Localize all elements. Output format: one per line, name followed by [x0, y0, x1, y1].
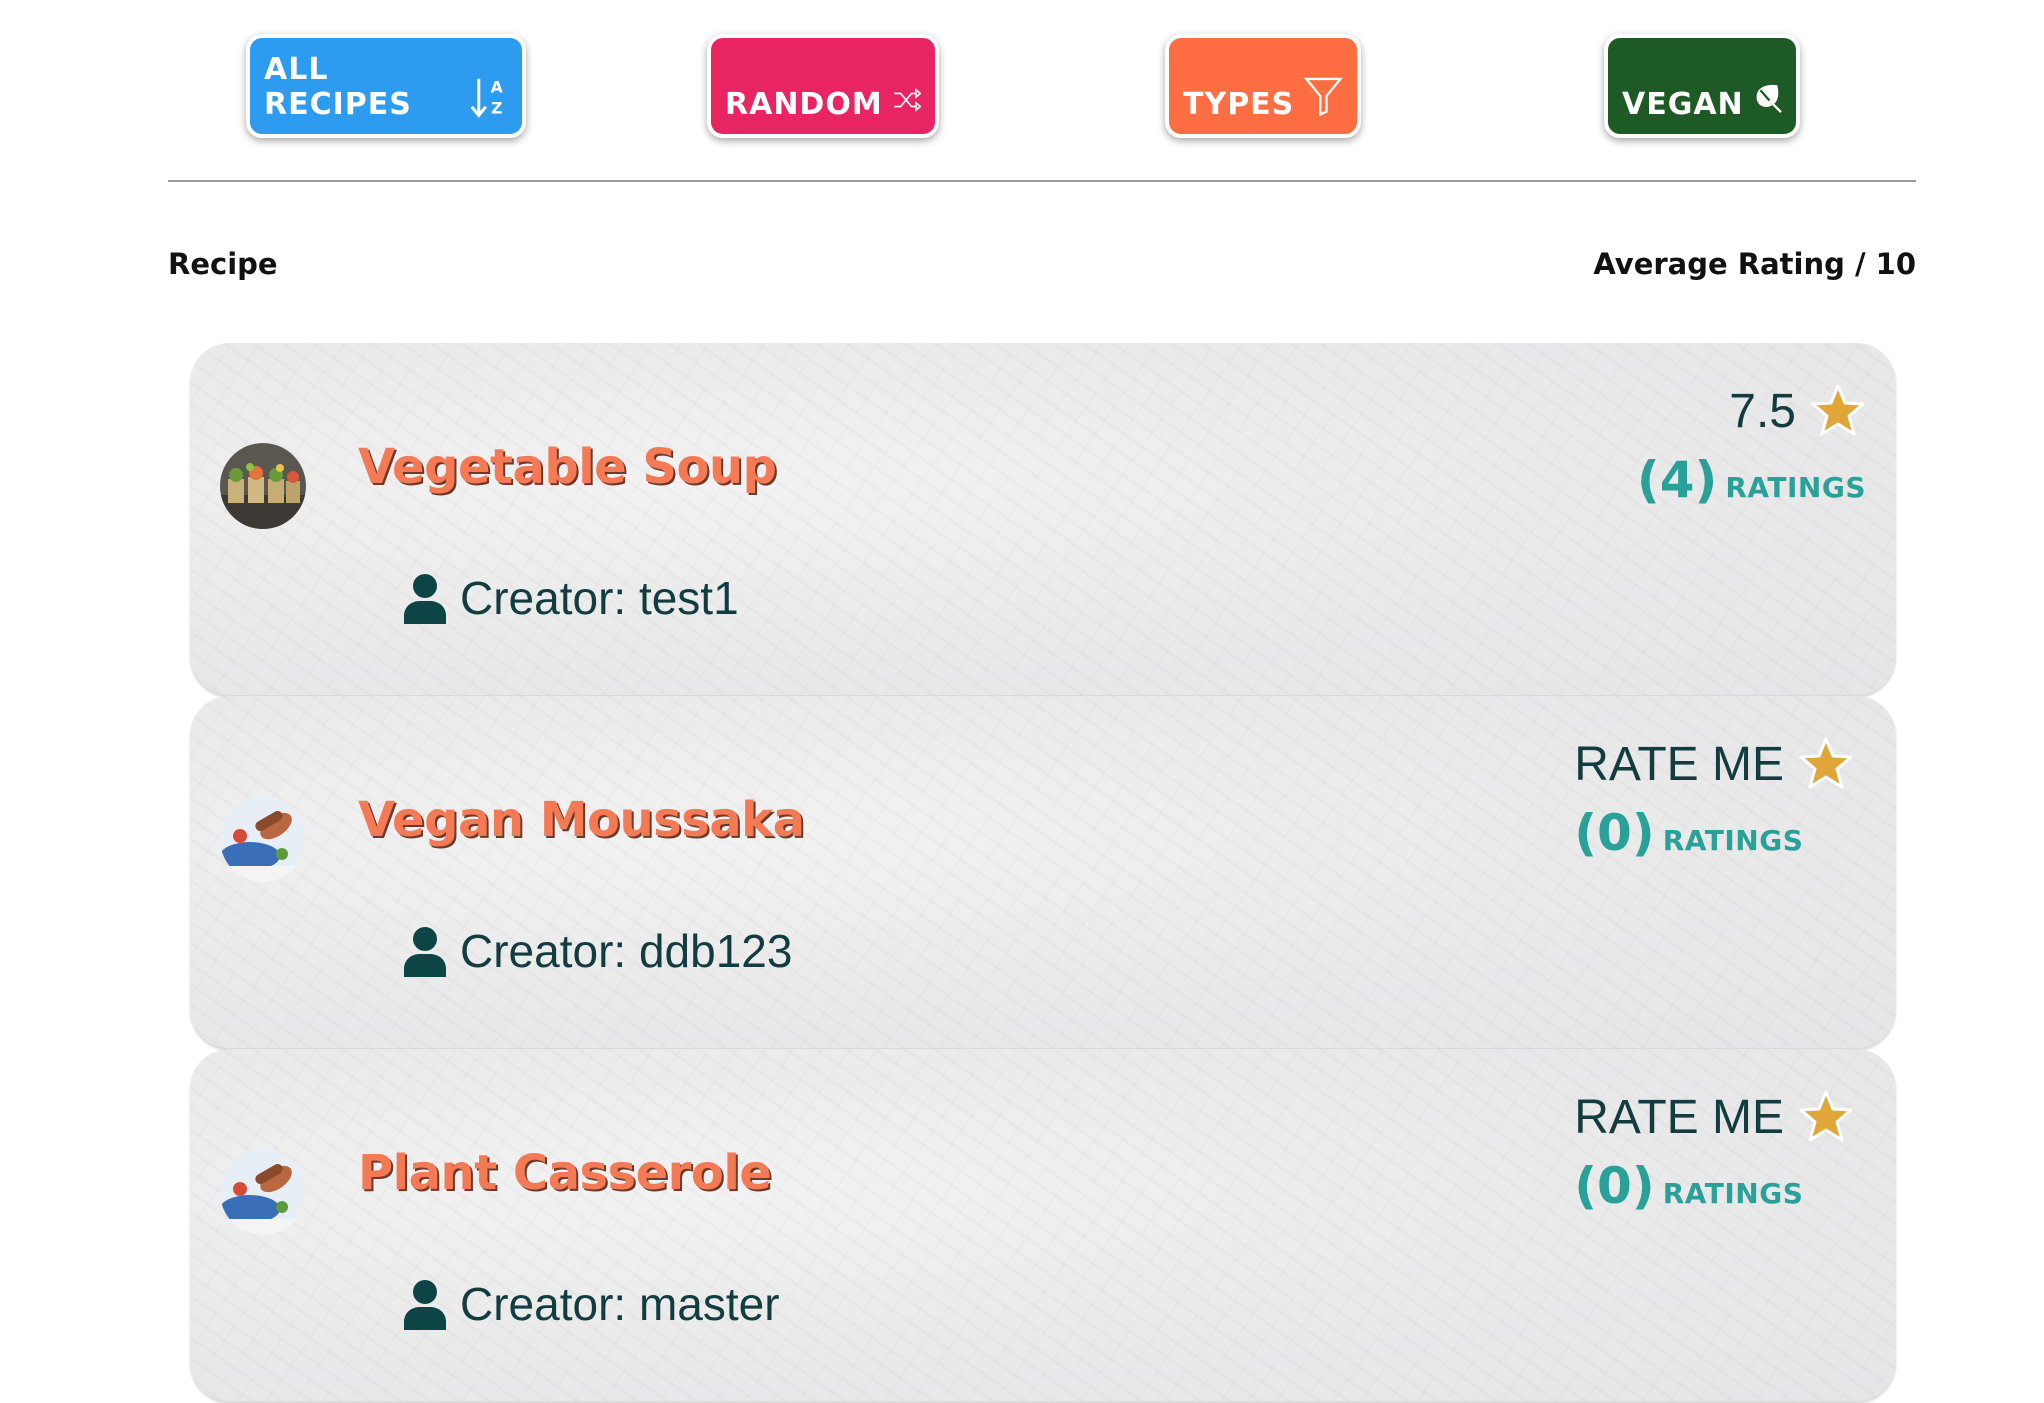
user-icon — [404, 927, 446, 977]
recipe-card[interactable]: Plant Casserole Creator: master RATE ME … — [190, 1049, 1896, 1403]
star-icon[interactable] — [1810, 384, 1866, 438]
types-label: TYPES — [1183, 87, 1295, 122]
random-button[interactable]: RANDOM — [707, 34, 939, 138]
user-icon — [404, 1280, 446, 1330]
recipe-thumbnail[interactable] — [220, 1149, 306, 1235]
user-icon — [404, 574, 446, 624]
rating-count-label: RATINGS — [1662, 824, 1804, 857]
cooking-photo — [220, 1149, 306, 1235]
all-recipes-button[interactable]: ALL RECIPES A Z — [246, 34, 526, 138]
recipe-rating: RATE ME (0) RATINGS — [1574, 734, 1854, 862]
recipe-creator-text: Creator: test1 — [460, 572, 739, 624]
rate-me-label[interactable]: RATE ME — [1574, 1090, 1784, 1145]
rating-count: (0) — [1574, 1157, 1655, 1215]
recipe-thumbnail[interactable] — [220, 443, 306, 529]
recipe-card[interactable]: Vegetable Soup Creator: test1 7.5 (4) RA… — [190, 343, 1896, 697]
rating-column-header: Average Rating / 10 — [1593, 247, 1916, 281]
cooking-photo — [220, 796, 306, 882]
recipe-card[interactable]: Vegan Moussaka Creator: ddb123 RATE ME (… — [190, 696, 1896, 1050]
sort-alpha-down-icon: A Z — [470, 78, 503, 118]
recipe-title[interactable]: Plant Casserole — [358, 1145, 772, 1201]
recipe-thumbnail[interactable] — [220, 796, 306, 882]
svg-text:Z: Z — [490, 99, 502, 118]
rating-count-label: RATINGS — [1725, 471, 1866, 504]
vegetable-soup-photo — [220, 443, 306, 529]
recipe-creator: Creator: ddb123 — [402, 924, 792, 978]
recipe-title[interactable]: Vegan Moussaka — [358, 792, 805, 848]
shuffle-icon — [893, 87, 921, 113]
vegan-button[interactable]: VEGAN — [1604, 34, 1800, 138]
recipe-title[interactable]: Vegetable Soup — [358, 439, 777, 495]
recipe-column-header: Recipe — [168, 247, 278, 281]
recipe-creator-text: Creator: ddb123 — [460, 925, 793, 977]
recipe-rating: 7.5 (4) RATINGS — [1637, 381, 1866, 509]
recipe-creator-text: Creator: master — [460, 1278, 780, 1330]
rating-count: (4) — [1636, 451, 1718, 509]
filter-icon — [1304, 77, 1343, 117]
recipe-creator: Creator: test1 — [402, 571, 739, 625]
average-rating-value: 7.5 — [1729, 384, 1796, 438]
recipe-rating: RATE ME (0) RATINGS — [1574, 1087, 1854, 1215]
rating-count: (0) — [1574, 804, 1655, 862]
rate-me-label[interactable]: RATE ME — [1574, 737, 1784, 792]
star-icon[interactable] — [1798, 1090, 1854, 1144]
types-button[interactable]: TYPES — [1165, 34, 1361, 138]
svg-text:A: A — [490, 78, 503, 97]
star-icon[interactable] — [1798, 737, 1854, 791]
random-label: RANDOM — [725, 87, 883, 122]
all-recipes-label: ALL RECIPES — [264, 52, 412, 122]
recipe-creator: Creator: master — [402, 1277, 780, 1331]
rating-count-label: RATINGS — [1662, 1177, 1804, 1210]
leaf-icon — [1756, 84, 1782, 113]
top-nav: ALL RECIPES A Z RANDOM TYPES VEGAN — [0, 0, 2044, 180]
vegan-label: VEGAN — [1622, 87, 1744, 122]
nav-divider — [168, 180, 1916, 182]
